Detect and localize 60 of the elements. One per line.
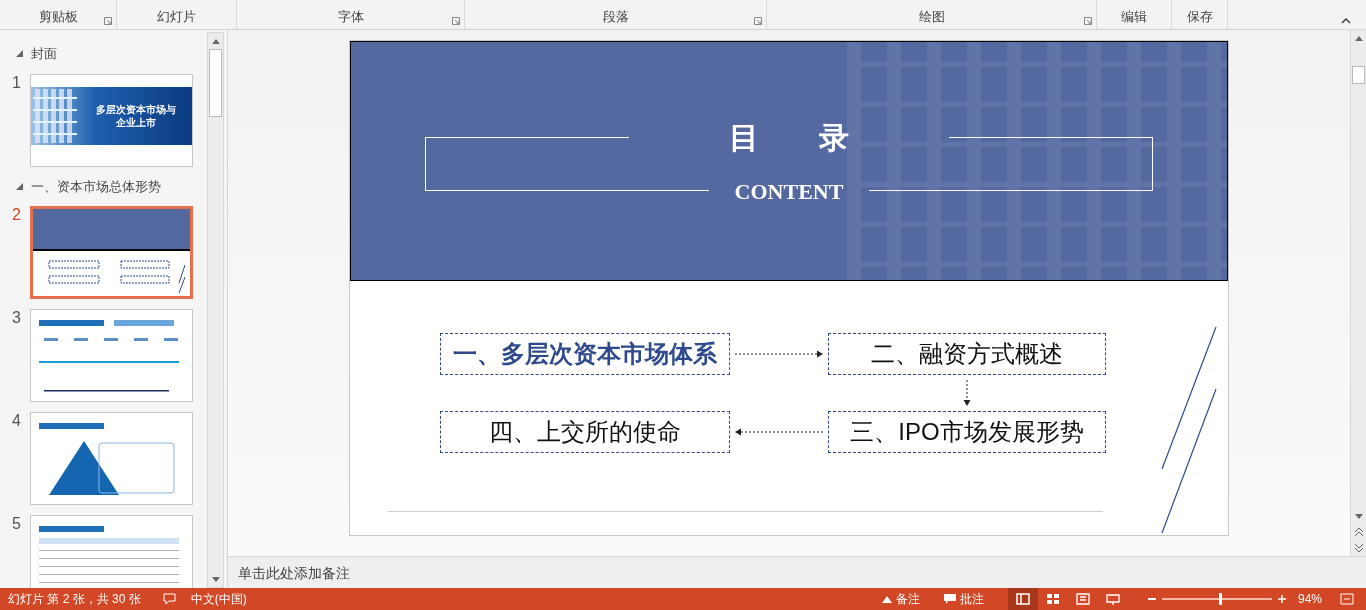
dialog-launcher-icon[interactable] [1084,17,1092,25]
fit-to-window-icon[interactable] [1340,593,1354,605]
scrollbar[interactable] [1350,30,1366,556]
slide-number: 5 [12,515,22,534]
ribbon-group-label: 保存 [1186,7,1213,26]
reading-view-icon [1075,593,1090,605]
slide-count: 幻灯片 第 2 张，共 30 张 [7,591,141,608]
view-button[interactable] [1007,588,1038,610]
slide-number: 1 [12,73,22,93]
dialog-launcher-icon[interactable] [452,17,460,25]
previous-slide-icon[interactable] [1354,528,1363,536]
normal-view-icon [1015,593,1030,605]
slide-number: 4 [12,412,22,431]
zoom-level[interactable]: 94% [1297,590,1322,608]
cover-title: 企业上市 [115,115,156,129]
sorter-view-icon [1045,593,1060,605]
collapse-ribbon-icon[interactable] [1341,18,1351,24]
ribbon-group-label: 编辑 [1121,7,1147,26]
slide-thumbnail[interactable] [30,309,193,402]
scroll-down-icon[interactable] [211,576,220,582]
slide-number: 3 [12,309,22,328]
slideshow-view-icon [1105,593,1120,605]
section-toggle-icon[interactable] [16,50,23,58]
zoom-in-icon[interactable] [1277,595,1286,603]
ribbon-group-label: 绘图 [918,7,945,26]
scrollbar[interactable] [207,32,224,588]
scroll-up-icon[interactable] [1354,35,1363,41]
building-drawing [31,86,79,145]
dialog-launcher-icon[interactable] [754,17,762,25]
scroll-down-icon[interactable] [1354,513,1363,519]
language-label[interactable]: 中文(中国) [190,590,247,608]
dashed-arrow [963,380,971,406]
section-title[interactable]: 一、资本市场总体形势 [31,176,161,196]
ribbon-group-label: 字体 [337,7,364,26]
contents-item: 四、上交所的使命 [440,411,730,453]
ribbon-group-label: 幻灯片 [157,7,196,26]
slide-thumbnail[interactable] [30,206,193,299]
slide-thumbnail[interactable] [30,515,193,588]
ribbon-group-label: 段落 [602,7,629,26]
contents-item: 二、融资方式概述 [828,333,1106,375]
next-slide-icon[interactable] [1354,544,1363,552]
section-title[interactable]: 封面 [31,44,57,64]
contents-item: 一、多层次资本市场体系 [440,333,730,375]
slide-title: 目 录 [728,119,850,156]
section-toggle-icon[interactable] [16,182,23,190]
comment-icon [943,594,956,604]
cover-title: 多层次资本市场与 [95,102,176,116]
slide-thumbnail[interactable] [30,412,193,505]
contents-item: 三、IPO市场发展形势 [828,411,1106,453]
slide-number: 2 [12,206,22,225]
scroll-up-icon[interactable] [211,38,220,44]
dialog-launcher-icon[interactable] [104,17,112,25]
zoom-slider-thumb[interactable] [1219,593,1223,605]
slide-thumbnail[interactable]: 多层次资本市场与 企业上市 [30,73,193,167]
scrollbar-thumb[interactable] [1352,66,1365,84]
comments-button[interactable]: 批注 [939,588,988,610]
slide-subtitle: CONTENT [733,177,845,206]
ribbon-group-label: 剪贴板 [38,7,78,26]
notes-button[interactable]: 备注 [877,588,924,610]
scrollbar-thumb[interactable] [209,49,222,117]
